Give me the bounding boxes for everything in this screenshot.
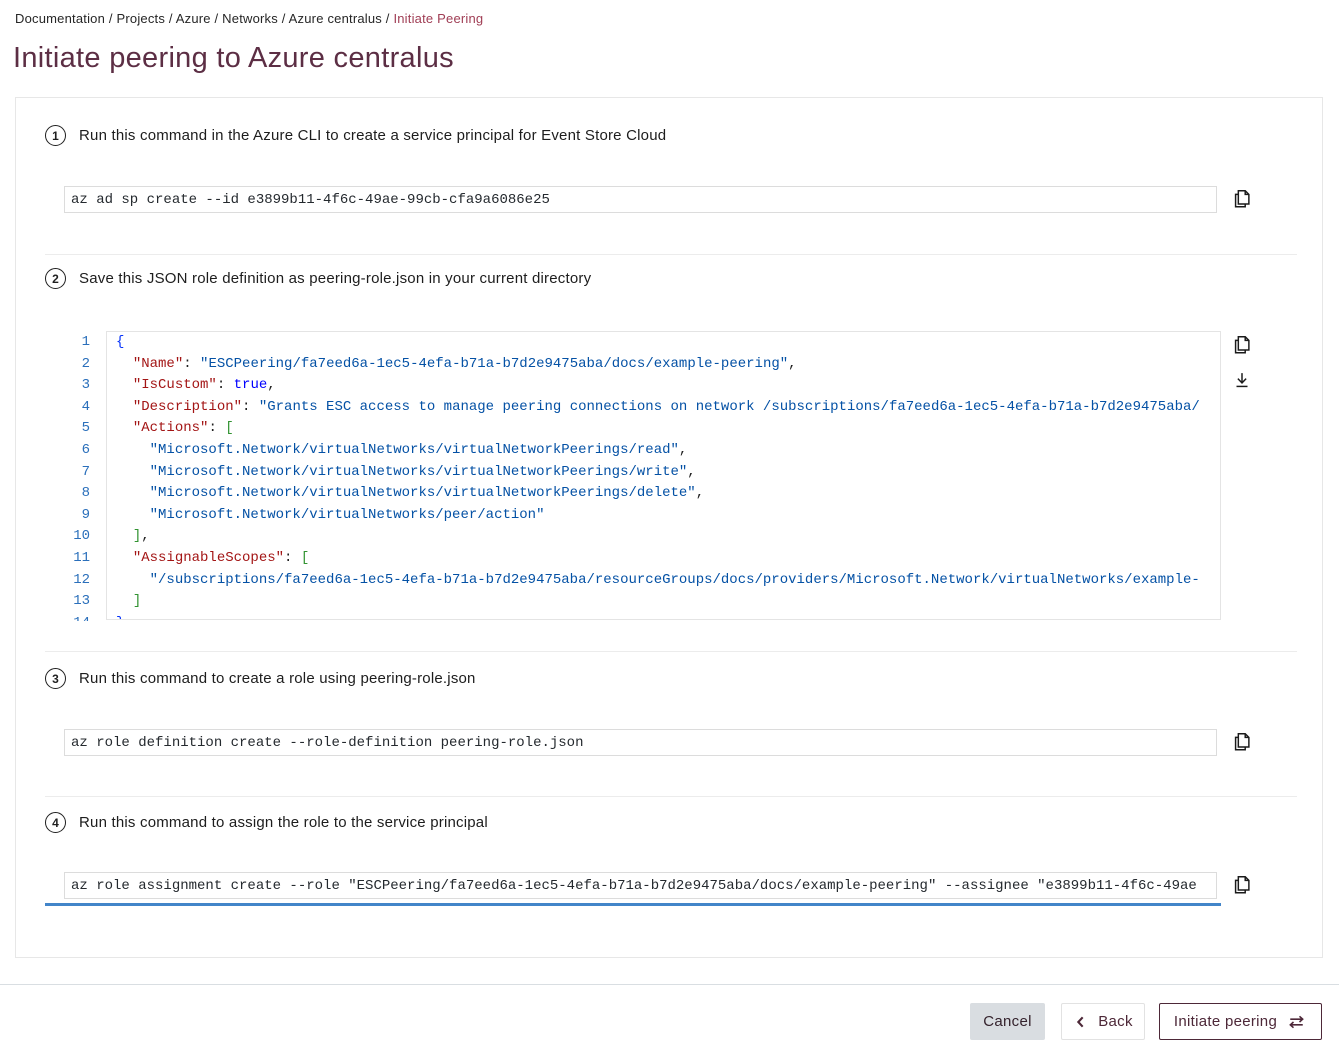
copy-icon (1231, 187, 1253, 211)
code-line: "Name": "ESCPeering/fa7eed6a-1ec5-4efa-b… (107, 354, 1220, 376)
section-divider (45, 651, 1297, 652)
breadcrumb-item[interactable]: Azure (176, 11, 211, 26)
step-4-label: Run this command to assign the role to t… (79, 814, 488, 831)
copy-step-1-button[interactable] (1229, 186, 1255, 212)
copy-step-4-button[interactable] (1229, 872, 1255, 898)
code-line: "Microsoft.Network/virtualNetworks/virtu… (107, 462, 1220, 484)
footer-divider (0, 984, 1339, 985)
download-json-button[interactable] (1229, 367, 1255, 393)
line-number: 8 (64, 483, 90, 505)
swap-arrows-icon (1286, 1012, 1307, 1032)
step-3-header: 3 Run this command to create a role usin… (45, 668, 476, 689)
code-lines: { "Name": "ESCPeering/fa7eed6a-1ec5-4efa… (107, 332, 1220, 620)
step-1-number: 1 (45, 125, 66, 146)
line-number: 6 (64, 440, 90, 462)
breadcrumb-separator: / (105, 11, 116, 26)
copy-icon (1231, 730, 1253, 754)
line-number: 2 (64, 354, 90, 376)
initiate-peering-button[interactable]: Initiate peering (1159, 1003, 1322, 1040)
line-number: 14 (64, 613, 90, 621)
copy-step-3-button[interactable] (1229, 729, 1255, 755)
code-line: "/subscriptions/fa7eed6a-1ec5-4efa-b71a-… (107, 570, 1220, 592)
breadcrumb-item[interactable]: Projects (116, 11, 165, 26)
back-button[interactable]: Back (1061, 1003, 1145, 1040)
download-icon (1231, 368, 1253, 392)
code-line: "AssignableScopes": [ (107, 548, 1220, 570)
code-line: "Microsoft.Network/virtualNetworks/virtu… (107, 440, 1220, 462)
section-divider (45, 796, 1297, 797)
line-number: 4 (64, 397, 90, 419)
line-number: 9 (64, 505, 90, 527)
code-line: { (107, 332, 1220, 354)
cancel-button-label: Cancel (983, 1013, 1032, 1030)
step-4-header: 4 Run this command to assign the role to… (45, 812, 488, 833)
command-input-step-1[interactable] (64, 186, 1217, 213)
line-number: 7 (64, 462, 90, 484)
command-input-step-3[interactable] (64, 729, 1217, 756)
line-number: 12 (64, 570, 90, 592)
initiate-peering-button-label: Initiate peering (1174, 1013, 1277, 1030)
horizontal-scrollbar[interactable] (45, 903, 1221, 906)
code-line: "Description": "Grants ESC access to man… (107, 397, 1220, 419)
step-4-number: 4 (45, 812, 66, 833)
cancel-button[interactable]: Cancel (970, 1003, 1045, 1040)
line-number: 1 (64, 332, 90, 354)
step-1-header: 1 Run this command in the Azure CLI to c… (45, 125, 666, 146)
step-2-header: 2 Save this JSON role definition as peer… (45, 268, 591, 289)
section-divider (45, 254, 1297, 255)
chevron-left-icon (1073, 1013, 1089, 1031)
line-number: 11 (64, 548, 90, 570)
line-number: 3 (64, 375, 90, 397)
back-button-label: Back (1098, 1013, 1133, 1030)
code-line: ] (107, 591, 1220, 613)
step-3-number: 3 (45, 668, 66, 689)
breadcrumb-item[interactable]: Networks (222, 11, 278, 26)
code-line: "IsCustom": true, (107, 375, 1220, 397)
step-3-label: Run this command to create a role using … (79, 670, 476, 687)
copy-json-button[interactable] (1229, 332, 1255, 358)
line-number: 10 (64, 526, 90, 548)
breadcrumb-separator: / (382, 11, 393, 26)
code-line: } (107, 613, 1220, 620)
breadcrumb-separator: / (165, 11, 176, 26)
command-input-step-4[interactable] (64, 872, 1217, 899)
line-number: 5 (64, 418, 90, 440)
code-line: "Actions": [ (107, 418, 1220, 440)
breadcrumb-item[interactable]: Documentation (15, 11, 105, 26)
step-2-number: 2 (45, 268, 66, 289)
wizard-card: 1 Run this command in the Azure CLI to c… (15, 97, 1323, 958)
copy-icon (1231, 333, 1253, 357)
breadcrumb-current: Initiate Peering (393, 11, 483, 26)
breadcrumb-item[interactable]: Azure centralus (289, 11, 382, 26)
code-line: "Microsoft.Network/virtualNetworks/virtu… (107, 483, 1220, 505)
page-title: Initiate peering to Azure centralus (13, 42, 454, 75)
code-editor[interactable]: { "Name": "ESCPeering/fa7eed6a-1ec5-4efa… (106, 331, 1221, 620)
step-2-label: Save this JSON role definition as peerin… (79, 270, 591, 287)
code-line: "Microsoft.Network/virtualNetworks/peer/… (107, 505, 1220, 527)
step-1-label: Run this command in the Azure CLI to cre… (79, 127, 666, 144)
code-gutter: 1234567891011121314 (64, 331, 90, 621)
breadcrumb-separator: / (211, 11, 222, 26)
code-line: ], (107, 526, 1220, 548)
breadcrumb: Documentation / Projects / Azure / Netwo… (15, 11, 483, 26)
breadcrumb-separator: / (278, 11, 289, 26)
copy-icon (1231, 873, 1253, 897)
line-number: 13 (64, 591, 90, 613)
